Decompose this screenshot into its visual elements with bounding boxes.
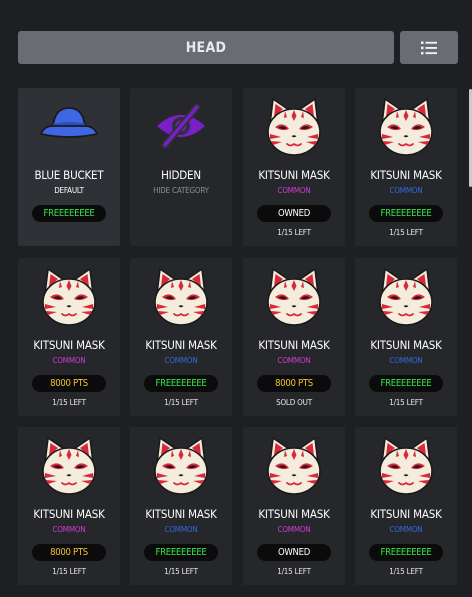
item-stock: 1/15 LEFT: [389, 228, 423, 237]
item-name: KITSUNI MASK: [145, 338, 217, 352]
category-title: HEAD: [185, 39, 227, 56]
item-name: KITSUNI MASK: [258, 338, 330, 352]
item-card[interactable]: KITSUNI MASK COMMON OWNED 1/15 LEFT: [243, 88, 345, 246]
item-stock: 1/15 LEFT: [164, 567, 198, 576]
item-card[interactable]: KITSUNI MASK COMMON 8000 PTS 1/15 LEFT: [18, 258, 120, 416]
item-card[interactable]: KITSUNI MASK COMMON FREEEEEEEE 1/15 LEFT: [130, 258, 232, 416]
kitsune-mask-icon: [37, 264, 101, 328]
kitsune-mask-icon: [262, 433, 326, 497]
kitsune-mask-icon: [374, 433, 438, 497]
item-price-badge: 8000 PTS: [257, 375, 331, 392]
item-card[interactable]: KITSUNI MASK COMMON 8000 PTS 1/15 LEFT: [18, 427, 120, 585]
item-rarity: COMMON: [52, 356, 86, 365]
item-rarity: COMMON: [389, 356, 423, 365]
item-rarity: HIDE CATEGORY: [153, 186, 209, 195]
item-price-badge: FREEEEEEEE: [32, 205, 106, 222]
item-card[interactable]: KITSUNI MASK COMMON 8000 PTS SOLD OUT: [243, 258, 345, 416]
kitsune-mask-icon: [374, 94, 438, 158]
item-card[interactable]: KITSUNI MASK COMMON FREEEEEEEE 1/15 LEFT: [355, 258, 457, 416]
eye-slash-icon: [149, 94, 213, 158]
item-name: KITSUNI MASK: [33, 338, 105, 352]
item-name: KITSUNI MASK: [258, 168, 330, 182]
list-menu-button[interactable]: [400, 31, 458, 64]
item-rarity: COMMON: [164, 356, 198, 365]
item-price-badge: 8000 PTS: [32, 544, 106, 561]
item-rarity: COMMON: [389, 186, 423, 195]
item-rarity: COMMON: [52, 525, 86, 534]
item-stock: 1/15 LEFT: [52, 398, 86, 407]
item-stock: 1/15 LEFT: [164, 398, 198, 407]
list-icon: [421, 41, 437, 54]
kitsune-mask-icon: [374, 264, 438, 328]
item-price-badge: OWNED: [257, 205, 331, 222]
item-price-badge: FREEEEEEEE: [369, 544, 443, 561]
blue-bucket-hat-icon: [37, 94, 101, 158]
kitsune-mask-icon: [37, 433, 101, 497]
item-card[interactable]: KITSUNI MASK COMMON FREEEEEEEE 1/15 LEFT: [130, 427, 232, 585]
item-rarity: DEFAULT: [54, 186, 84, 195]
item-price-badge: OWNED: [257, 544, 331, 561]
item-card[interactable]: HIDDEN HIDE CATEGORY: [130, 88, 232, 246]
item-price-badge: FREEEEEEEE: [369, 205, 443, 222]
item-card[interactable]: KITSUNI MASK COMMON FREEEEEEEE 1/15 LEFT: [355, 427, 457, 585]
item-name: BLUE BUCKET: [34, 168, 104, 182]
item-price-badge: FREEEEEEEE: [144, 544, 218, 561]
item-name: KITSUNI MASK: [145, 507, 217, 521]
item-name: KITSUNI MASK: [33, 507, 105, 521]
item-name: KITSUNI MASK: [370, 168, 442, 182]
item-price-badge: FREEEEEEEE: [144, 375, 218, 392]
item-stock: 1/15 LEFT: [389, 398, 423, 407]
kitsune-mask-icon: [149, 264, 213, 328]
item-card[interactable]: KITSUNI MASK COMMON FREEEEEEEE 1/15 LEFT: [355, 88, 457, 246]
item-rarity: COMMON: [389, 525, 423, 534]
item-stock: 1/15 LEFT: [277, 567, 311, 576]
item-price-badge: 8000 PTS: [32, 375, 106, 392]
item-name: KITSUNI MASK: [258, 507, 330, 521]
item-name: KITSUNI MASK: [370, 338, 442, 352]
kitsune-mask-icon: [262, 264, 326, 328]
item-rarity: COMMON: [164, 525, 198, 534]
kitsune-mask-icon: [149, 433, 213, 497]
item-name: HIDDEN: [161, 168, 201, 182]
item-price-badge: FREEEEEEEE: [369, 375, 443, 392]
kitsune-mask-icon: [262, 94, 326, 158]
item-stock: 1/15 LEFT: [389, 567, 423, 576]
item-name: KITSUNI MASK: [370, 507, 442, 521]
item-rarity: COMMON: [277, 356, 311, 365]
category-header[interactable]: HEAD: [18, 31, 394, 64]
item-stock: 1/15 LEFT: [52, 567, 86, 576]
item-card[interactable]: BLUE BUCKET DEFAULT FREEEEEEEE: [18, 88, 120, 246]
item-stock: SOLD OUT: [276, 398, 312, 407]
item-rarity: COMMON: [277, 186, 311, 195]
item-rarity: COMMON: [277, 525, 311, 534]
item-card[interactable]: KITSUNI MASK COMMON OWNED 1/15 LEFT: [243, 427, 345, 585]
item-stock: 1/15 LEFT: [277, 228, 311, 237]
